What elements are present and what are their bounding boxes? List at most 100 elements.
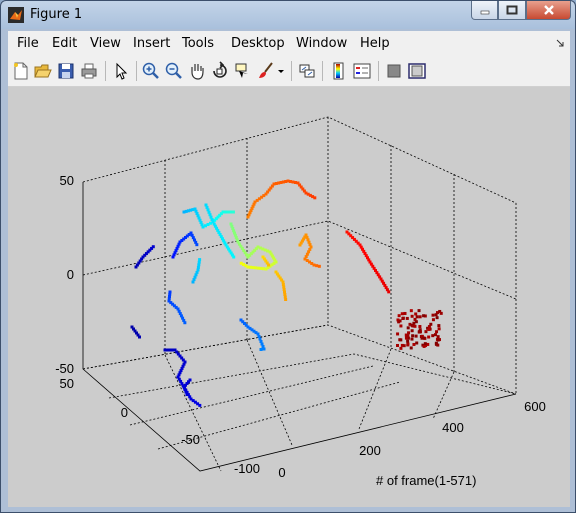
scatter-point xyxy=(224,210,228,214)
scatter-point xyxy=(422,314,426,318)
figure-window: Figure 1 File Edit View Insert Tools Des… xyxy=(0,0,576,513)
data-cursor-icon[interactable] xyxy=(233,61,253,81)
menu-view[interactable]: View xyxy=(90,36,121,51)
pan-icon[interactable] xyxy=(187,61,207,81)
rotate-3d-icon[interactable] xyxy=(210,61,230,81)
scatter-point xyxy=(185,393,189,396)
new-figure-icon[interactable] xyxy=(11,61,31,81)
scatter-point xyxy=(312,263,316,267)
scatter-point xyxy=(403,311,407,315)
scatter-point xyxy=(415,315,419,319)
scatter-point xyxy=(410,329,414,333)
scatter-point xyxy=(431,318,435,322)
menu-window[interactable]: Window xyxy=(296,36,347,51)
scatter-point xyxy=(196,268,200,272)
menu-help[interactable]: Help xyxy=(360,36,390,51)
scatter-point xyxy=(197,260,201,264)
save-icon[interactable] xyxy=(56,61,76,81)
scatter-point xyxy=(256,266,260,270)
open-file-icon[interactable] xyxy=(33,61,53,81)
scatter-point xyxy=(434,313,438,317)
scatter3-plot[interactable]: 500-50500-50-100 0200400600 # of frame(1-… xyxy=(8,87,570,507)
scatter-point xyxy=(437,327,441,331)
scatter-point xyxy=(396,332,400,336)
scatter-point xyxy=(315,264,319,268)
maximize-button[interactable] xyxy=(498,1,526,20)
scatter-point xyxy=(264,267,268,271)
close-button[interactable] xyxy=(526,1,571,20)
scatter-point xyxy=(262,347,266,351)
scatter-point xyxy=(284,298,288,301)
z-tick-label: 0 xyxy=(67,267,74,282)
z-tick-label: -50 xyxy=(55,361,74,376)
menu-file[interactable]: File xyxy=(17,36,39,51)
colorbar-icon[interactable] xyxy=(329,61,349,81)
scatter-point xyxy=(397,320,401,324)
scatter-point xyxy=(424,330,428,334)
scatter-point xyxy=(387,290,391,294)
scatter-point xyxy=(422,344,426,348)
scatter-point xyxy=(427,327,431,331)
scatter-point xyxy=(427,335,431,339)
hide-plot-tools-icon[interactable] xyxy=(384,61,404,81)
menu-tools[interactable]: Tools xyxy=(182,36,214,51)
scatter-point xyxy=(433,333,437,337)
scatter-point xyxy=(267,263,271,267)
scatter-points xyxy=(130,179,443,407)
scatter-point xyxy=(313,196,317,200)
scatter-point xyxy=(413,317,417,321)
scatter-point xyxy=(415,341,419,345)
title-bar[interactable]: Figure 1 xyxy=(1,1,575,29)
scatter-point xyxy=(412,342,416,346)
x-tick-label: 0 xyxy=(278,465,285,480)
matlab-logo-icon xyxy=(8,7,24,23)
scatter-point xyxy=(431,313,435,317)
menu-edit[interactable]: Edit xyxy=(52,36,77,51)
scatter-point xyxy=(397,314,401,318)
scatter-point xyxy=(138,335,141,339)
scatter-point xyxy=(436,335,440,339)
show-plot-tools-icon[interactable] xyxy=(407,61,427,81)
scatter-point xyxy=(401,316,405,320)
scatter-point xyxy=(417,309,421,313)
scatter-point xyxy=(221,210,225,214)
axis-tick-labels: 500-50500-50-100 0200400600 xyxy=(55,173,546,480)
y-tick-label: -50 xyxy=(181,432,200,447)
figure-toolbar xyxy=(8,55,570,87)
scatter-point xyxy=(437,324,441,328)
scatter-point xyxy=(198,403,202,407)
menu-insert[interactable]: Insert xyxy=(133,36,170,51)
z-tick-label: 50 xyxy=(60,173,74,188)
x-tick-label: 200 xyxy=(359,443,381,458)
legend-icon[interactable] xyxy=(352,61,372,81)
scatter-point xyxy=(239,261,243,265)
scatter-point xyxy=(402,344,406,348)
brush-dropdown-icon[interactable] xyxy=(276,61,286,81)
maximize-icon xyxy=(506,5,518,15)
print-icon[interactable] xyxy=(79,61,99,81)
scatter-point xyxy=(439,311,443,315)
scatter-point xyxy=(197,263,201,267)
axes-box xyxy=(82,116,517,472)
scatter-point xyxy=(396,343,400,347)
select-arrow-icon[interactable] xyxy=(111,61,131,81)
scatter-point xyxy=(229,210,233,214)
scatter-point xyxy=(195,243,199,247)
scatter-point xyxy=(198,258,202,262)
minimize-button[interactable] xyxy=(471,1,498,20)
link-plot-icon[interactable] xyxy=(297,61,317,81)
menu-desktop[interactable]: Desktop xyxy=(231,36,285,51)
scatter-point xyxy=(406,339,410,343)
scatter-point xyxy=(435,316,439,320)
y-tick-label: 0 xyxy=(121,405,128,420)
scatter-point xyxy=(259,348,263,351)
scatter-point xyxy=(409,309,413,313)
dock-arrow-icon[interactable] xyxy=(556,39,564,47)
figure-canvas[interactable]: 50 0 -50 50 0 -50 -100 0 200 400 600 # of frame(1-… xyxy=(8,87,570,507)
zoom-out-icon[interactable] xyxy=(164,61,184,81)
brush-icon[interactable] xyxy=(256,61,276,81)
scatter-point xyxy=(151,245,155,249)
scatter-point xyxy=(411,324,415,328)
zoom-in-icon[interactable] xyxy=(141,61,161,81)
menu-bar: File Edit View Insert Tools Desktop Wind… xyxy=(8,31,570,55)
